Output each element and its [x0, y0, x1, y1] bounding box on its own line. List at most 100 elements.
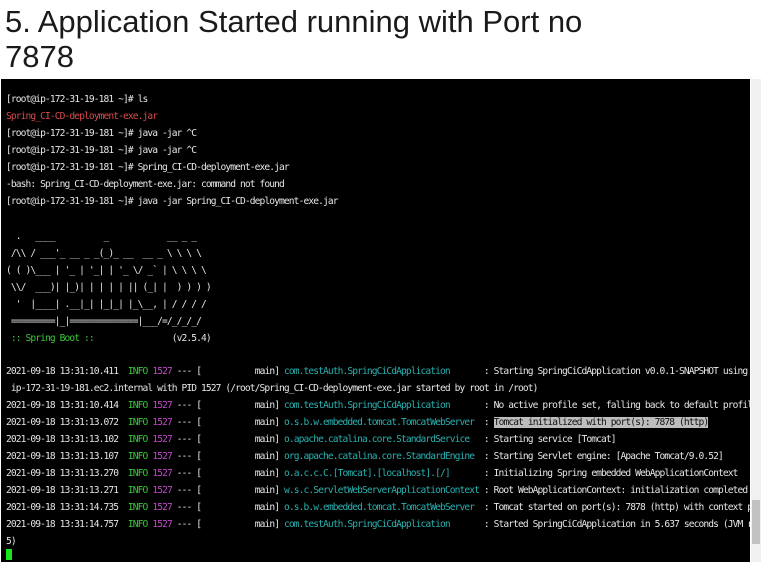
log-thread: --- [ main]	[171, 519, 284, 530]
log-level: INFO	[127, 519, 148, 530]
spring-banner-line: \\/ ___)| |_)| | | | | || (_| | ) ) ) )	[6, 280, 212, 296]
shell-prompt: [root@ip-172-31-19-181 ~]#	[6, 94, 134, 105]
spring-boot-version-line: :: Spring Boot :: (v2.5.4)	[6, 331, 212, 347]
log-spacer	[118, 485, 128, 496]
log-thread: --- [ main]	[171, 502, 284, 513]
terminal-command-line: [root@ip-172-31-19-181 ~]# java -jar ^C	[6, 126, 197, 142]
spring-boot-label: :: Spring Boot ::	[6, 333, 95, 344]
log-timestamp: 2021-09-18 13:31:10.411	[6, 366, 119, 377]
log-message: : Initializing Spring embedded WebApplic…	[479, 468, 738, 479]
log-message: : Root WebApplicationContext: initializa…	[483, 485, 748, 496]
shell-command: java -jar ^C	[132, 128, 197, 139]
log-thread: --- [ main]	[171, 485, 284, 496]
shell-command: java -jar Spring_CI-CD-deployment-exe.ja…	[132, 196, 339, 207]
spring-banner-text: ( ( )\___ | '_ | '_| | '_ \/ _` | \ \ \ …	[6, 265, 207, 276]
terminal-window[interactable]: [root@ip-172-31-19-181 ~]# ls Spring_CI-C…	[1, 79, 750, 562]
log-timestamp: 2021-09-18 13:31:13.271	[6, 485, 119, 496]
terminal-command-line: [root@ip-172-31-19-181 ~]# java -jar ^C	[6, 143, 197, 159]
terminal-command-line: [root@ip-172-31-19-181 ~]# java -jar Spr…	[6, 194, 338, 210]
log-thread: --- [ main]	[171, 451, 284, 462]
log-line: 2021-09-18 13:31:10.414 INFO 1527 --- [ …	[6, 398, 750, 414]
log-timestamp: 2021-09-18 13:31:13.270	[6, 468, 119, 479]
log-message: : No active profile set, falling back to…	[483, 400, 750, 411]
terminal-scrollbar[interactable]	[751, 79, 761, 562]
slide-title-line-1: 5. Application Started running with Port…	[5, 4, 583, 39]
log-thread: --- [ main]	[171, 366, 284, 377]
log-timestamp: 2021-09-18 13:31:13.072	[6, 417, 119, 428]
log-message: :	[479, 417, 494, 428]
log-timestamp: 2021-09-18 13:31:10.414	[6, 400, 119, 411]
log-line: 2021-09-18 13:31:13.072 INFO 1527 --- [ …	[6, 415, 709, 431]
log-line: 5)	[6, 534, 17, 550]
slide-title: 5. Application Started running with Port…	[5, 4, 745, 74]
log-continuation: 5)	[6, 536, 17, 547]
log-pid: 1527	[152, 451, 172, 462]
log-message: : Starting SpringCiCdApplication v0.0.1-…	[483, 366, 748, 377]
log-pid: 1527	[152, 417, 172, 428]
log-continuation: ip-172-31-19-181.ec2.internal with PID 1…	[6, 383, 539, 394]
log-thread: --- [ main]	[171, 468, 284, 479]
log-level: INFO	[127, 366, 148, 377]
log-level: INFO	[127, 417, 148, 428]
log-logger: com.testAuth.SpringCiCdApplication	[284, 519, 480, 530]
log-line: ip-172-31-19-181.ec2.internal with PID 1…	[6, 381, 539, 397]
log-spacer	[118, 366, 128, 377]
log-spacer	[118, 400, 128, 411]
terminal-cursor	[6, 549, 12, 560]
shell-command: java -jar ^C	[132, 145, 197, 156]
log-pid: 1527	[152, 400, 172, 411]
spring-banner-text: . ____ _ __ _ _	[6, 231, 197, 242]
log-level: INFO	[127, 502, 148, 513]
spring-banner-text: ' |____| .__|_| |_|_| |_\__, | / / / /	[6, 299, 207, 310]
log-line: 2021-09-18 13:31:13.271 INFO 1527 --- [ …	[6, 483, 750, 499]
spring-banner-line: ( ( )\___ | '_ | '_| | '_ \/ _` | \ \ \ …	[6, 263, 207, 279]
log-line: 2021-09-18 13:31:14.757 INFO 1527 --- [ …	[6, 517, 750, 533]
shell-prompt: [root@ip-172-31-19-181 ~]#	[6, 196, 134, 207]
log-spacer	[118, 451, 128, 462]
log-pid: 1527	[152, 519, 172, 530]
log-logger: com.testAuth.SpringCiCdApplication	[284, 366, 480, 377]
log-message: : Tomcat started on port(s): 7878 (http)…	[483, 502, 750, 513]
log-line: 2021-09-18 13:31:10.411 INFO 1527 --- [ …	[6, 364, 750, 380]
log-logger: com.testAuth.SpringCiCdApplication	[284, 400, 480, 411]
log-logger: o.a.c.c.C.[Tomcat].[localhost].[/]	[284, 468, 480, 479]
slide-title-line-2: 7878	[5, 39, 74, 74]
shell-command: Spring_CI-CD-deployment-exe.jar	[132, 162, 290, 173]
log-pid: 1527	[152, 485, 172, 496]
log-message-highlighted: Tomcat initialized with port(s): 7878 (h…	[493, 417, 709, 428]
log-thread: --- [ main]	[171, 400, 284, 411]
log-logger: w.s.c.ServletWebServerApplicationContext	[284, 485, 480, 496]
log-spacer	[118, 417, 128, 428]
log-spacer	[118, 519, 128, 530]
log-spacer	[118, 468, 128, 479]
log-message: : Starting Servlet engine: [Apache Tomca…	[479, 451, 724, 462]
log-line: 2021-09-18 13:31:13.270 INFO 1527 --- [ …	[6, 466, 738, 482]
log-thread: --- [ main]	[171, 434, 284, 445]
log-pid: 1527	[152, 468, 172, 479]
log-spacer	[118, 434, 128, 445]
log-level: INFO	[127, 400, 148, 411]
terminal-command-line: [root@ip-172-31-19-181 ~]# ls	[6, 92, 148, 108]
terminal-command-line: Spring_CI-CD-deployment-exe.jar	[6, 109, 158, 125]
spring-banner-line: =========|_|==============|___/=/_/_/_/	[6, 314, 202, 330]
log-pid: 1527	[152, 366, 172, 377]
spring-banner-text: /\\ / ___'_ __ _ _(_)_ __ __ _ \ \ \ \	[6, 248, 202, 259]
log-level: INFO	[127, 434, 148, 445]
log-pid: 1527	[152, 502, 172, 513]
shell-prompt: [root@ip-172-31-19-181 ~]#	[6, 162, 134, 173]
log-timestamp: 2021-09-18 13:31:13.107	[6, 451, 119, 462]
log-level: INFO	[127, 451, 148, 462]
log-pid: 1527	[152, 434, 172, 445]
spring-banner-line: ' |____| .__|_| |_|_| |_\__, | / / / /	[6, 297, 207, 313]
terminal-scrollbar-thumb[interactable]	[752, 500, 760, 544]
log-message: : Starting service [Tomcat]	[479, 434, 617, 445]
spring-boot-version: (v2.5.4)	[93, 333, 212, 344]
log-logger: o.apache.catalina.core.StandardService	[284, 434, 480, 445]
shell-prompt: [root@ip-172-31-19-181 ~]#	[6, 145, 134, 156]
terminal-command-line: [root@ip-172-31-19-181 ~]# Spring_CI-CD-…	[6, 160, 290, 176]
shell-output: -bash: Spring_CI-CD-deployment-exe.jar: …	[6, 179, 285, 190]
log-line: 2021-09-18 13:31:14.735 INFO 1527 --- [ …	[6, 500, 750, 516]
spring-banner-text: \\/ ___)| |_)| | | | | || (_| | ) ) ) )	[6, 282, 212, 293]
log-logger: o.s.b.w.embedded.tomcat.TomcatWebServer	[284, 417, 480, 428]
spring-banner-line: /\\ / ___'_ __ _ _(_)_ __ __ _ \ \ \ \	[6, 246, 202, 262]
